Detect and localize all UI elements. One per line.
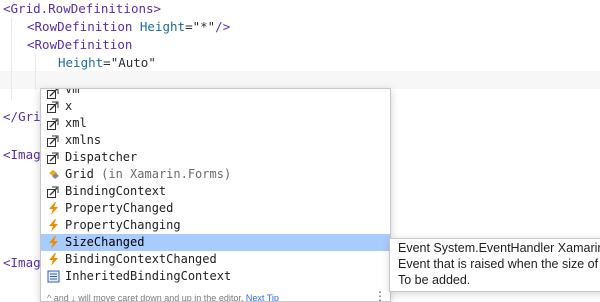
- method-icon: [46, 270, 60, 283]
- completion-item[interactable]: Grid (in Xamarin.Forms): [41, 166, 390, 183]
- completion-item-label: Grid: [65, 167, 94, 181]
- property-icon: [46, 151, 60, 164]
- completion-item-label: Dispatcher: [65, 150, 138, 164]
- indent-guide: [35, 54, 36, 90]
- completion-item[interactable]: Dispatcher: [41, 149, 390, 166]
- event-icon: [46, 202, 60, 215]
- tag-bracket: <: [3, 255, 11, 270]
- code-line-3[interactable]: <RowDefinition: [27, 36, 132, 54]
- completion-item-label: BindingContextChanged: [65, 252, 217, 266]
- more-options-icon[interactable]: ⋮: [374, 289, 386, 301]
- completion-item-label: PropertyChanged: [65, 201, 174, 215]
- code-line-1[interactable]: <Grid.RowDefinitions>: [3, 0, 161, 18]
- namespace-icon: [46, 117, 60, 130]
- completion-item-label: InheritedBindingContext: [65, 269, 232, 283]
- completion-item-label: xml: [65, 116, 87, 130]
- completion-item-label: PropertyChanging: [65, 218, 181, 232]
- completion-item[interactable]: BindingContext: [41, 183, 390, 200]
- namespace-icon: [46, 134, 60, 147]
- event-icon: [46, 253, 60, 266]
- tag-bracket: />: [215, 19, 231, 34]
- equals-sign: =: [103, 55, 111, 70]
- tooltip-remarks: To be added.: [398, 273, 471, 287]
- tag-name: RowDefinition: [34, 37, 133, 52]
- tooltip-signature: Event System.EventHandler Xamarin.: [398, 241, 600, 255]
- tag-bracket: </: [3, 109, 19, 124]
- event-icon: [46, 236, 60, 249]
- event-icon: [46, 219, 60, 232]
- tag-bracket: <: [27, 37, 35, 52]
- tag-bracket: >: [153, 1, 162, 16]
- completion-item[interactable]: vm: [41, 88, 390, 99]
- completion-item[interactable]: BindingContextChanged: [41, 251, 390, 268]
- attribute-value: "Auto": [110, 55, 156, 70]
- code-line-2[interactable]: <RowDefinition Height="*"/>: [27, 18, 230, 36]
- documentation-tooltip: Event System.EventHandler Xamarin. Event…: [389, 238, 600, 292]
- completion-item[interactable]: xml: [41, 115, 390, 132]
- completion-item-label: vm: [65, 88, 80, 96]
- completion-item-selected[interactable]: SizeChanged: [41, 234, 390, 251]
- completion-item[interactable]: InheritedBindingContext: [41, 268, 390, 285]
- attribute-name: Height: [58, 55, 104, 70]
- completion-item[interactable]: PropertyChanged: [41, 200, 390, 217]
- tag-name: Grid.RowDefinitions: [10, 1, 154, 16]
- namespace-icon: [46, 100, 60, 113]
- tag-name: RowDefinition: [34, 19, 133, 34]
- code-line-4[interactable]: Height="Auto": [58, 54, 156, 72]
- completion-list[interactable]: vm x xml xmlns Dispatcher Grid (in Xamar…: [41, 89, 390, 285]
- completion-item[interactable]: x: [41, 98, 390, 115]
- completion-item-namespace: (in Xamarin.Forms): [101, 167, 232, 181]
- completion-item-label: x: [65, 99, 73, 113]
- equals-sign: =: [185, 19, 193, 34]
- current-line-highlight: [0, 71, 600, 89]
- tag-bracket: <: [3, 1, 11, 16]
- property-icon: [46, 185, 60, 198]
- completion-item-label: SizeChanged: [65, 235, 145, 249]
- completion-item[interactable]: PropertyChanging: [41, 217, 390, 234]
- tooltip-description: Event that is raised when the size of: [398, 257, 599, 271]
- completion-item-label: xmlns: [65, 133, 102, 147]
- indent-guide: [11, 18, 12, 100]
- completion-footer-tip: ^ and ↓ will move caret down and up in t…: [41, 289, 390, 301]
- attached-property-icon: [46, 168, 60, 181]
- attribute-value: "*": [192, 19, 216, 34]
- completion-item[interactable]: xmlns: [41, 132, 390, 149]
- attribute-name: Height: [139, 19, 186, 34]
- tag-bracket: <: [3, 147, 11, 162]
- completion-popup[interactable]: vm x xml xmlns Dispatcher Grid (in Xamar…: [40, 88, 391, 302]
- completion-item-label: BindingContext: [65, 184, 167, 198]
- tag-bracket: <: [27, 19, 35, 34]
